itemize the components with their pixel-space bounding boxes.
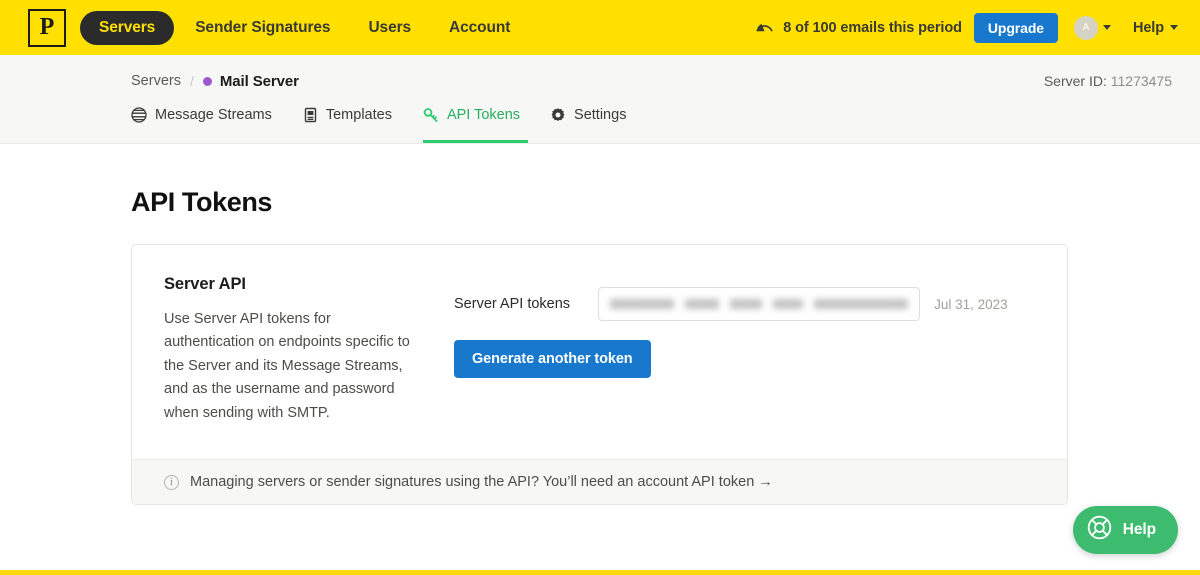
token-masked-segment xyxy=(814,299,909,309)
card-heading: Server API xyxy=(164,275,246,293)
page: P Servers Sender Signatures Users Accoun… xyxy=(0,0,1200,575)
nav-item-account[interactable]: Account xyxy=(432,11,527,45)
info-icon: i xyxy=(164,474,179,490)
token-field-label: Server API tokens xyxy=(454,296,571,312)
card-body: Server API Use Server API tokens for aut… xyxy=(132,245,1067,459)
help-menu-label: Help xyxy=(1132,19,1164,36)
help-widget-button[interactable]: Help xyxy=(1072,506,1178,554)
upgrade-button[interactable]: Upgrade xyxy=(973,12,1058,43)
token-masked-segment xyxy=(685,299,720,309)
chevron-down-icon xyxy=(1170,25,1178,30)
primary-nav-items: Servers Sender Signatures Users Account xyxy=(80,10,527,45)
server-id-label: Server ID: xyxy=(1043,73,1107,89)
page-title: API Tokens xyxy=(131,187,273,217)
streams-icon xyxy=(131,106,147,123)
api-token-input[interactable] xyxy=(598,287,921,321)
card-footer: i Managing servers or sender signatures … xyxy=(132,459,1067,505)
breadcrumb: Servers / Mail Server Server ID: 1127347… xyxy=(131,55,1172,99)
tab-api-tokens[interactable]: API Tokens xyxy=(422,99,529,143)
account-token-hint-link[interactable]: Managing servers or sender signatures us… xyxy=(190,474,773,490)
card-description: Use Server API tokens for authentication… xyxy=(164,311,410,421)
tab-label: Templates xyxy=(325,106,392,123)
token-created-date: Jul 31, 2023 xyxy=(934,296,1008,312)
top-navigation-bar: P Servers Sender Signatures Users Accoun… xyxy=(0,0,1200,55)
postmark-stamp-logo[interactable]: P xyxy=(28,8,66,47)
breadcrumb-servers-link[interactable]: Servers xyxy=(131,73,181,89)
account-menu[interactable]: A xyxy=(1073,15,1111,40)
logo-letter: P xyxy=(39,14,55,40)
help-widget-label: Help xyxy=(1122,521,1156,538)
template-icon xyxy=(303,107,318,123)
breadcrumb-current-server: Mail Server xyxy=(219,72,299,90)
token-masked-segment xyxy=(610,299,675,309)
card-form-column: Server API tokens Jul 31, 2023 Generate … xyxy=(454,275,1008,425)
nav-item-users[interactable]: Users xyxy=(351,11,428,45)
help-menu[interactable]: Help xyxy=(1133,20,1178,36)
token-field-row: Server API tokens Jul 31, 2023 xyxy=(454,287,1008,321)
bottom-accent-bar xyxy=(0,570,1200,575)
quota-text: 8 of 100 emails this period xyxy=(783,19,962,36)
email-quota: 8 of 100 emails this period xyxy=(755,19,962,37)
avatar: A xyxy=(1073,15,1098,40)
tab-settings[interactable]: Settings xyxy=(550,99,643,143)
server-status-dot xyxy=(202,76,212,86)
chevron-down-icon xyxy=(1102,25,1111,30)
tab-label: API Tokens xyxy=(446,106,521,123)
server-tabs: Message Streams Templates API Tokens Set… xyxy=(131,99,1172,143)
server-id-value: 11273475 xyxy=(1110,73,1172,89)
server-api-card: Server API Use Server API tokens for aut… xyxy=(131,244,1068,506)
tab-label: Message Streams xyxy=(155,106,272,123)
token-masked-segment xyxy=(773,299,804,309)
main-content: API Tokens Server API Use Server API tok… xyxy=(0,144,1200,506)
tab-templates[interactable]: Templates xyxy=(303,99,409,143)
nav-item-sender-signatures[interactable]: Sender Signatures xyxy=(178,11,347,45)
token-masked-segment xyxy=(730,299,763,309)
generate-another-token-button[interactable]: Generate another token xyxy=(454,340,651,378)
life-ring-icon xyxy=(1086,514,1113,546)
nav-right-cluster: 8 of 100 emails this period Upgrade A He… xyxy=(755,12,1178,43)
card-description-column: Server API Use Server API tokens for aut… xyxy=(164,275,454,425)
tab-message-streams[interactable]: Message Streams xyxy=(131,99,289,143)
tab-label: Settings xyxy=(574,106,627,123)
nav-item-servers[interactable]: Servers xyxy=(80,10,175,45)
breadcrumb-separator: / xyxy=(189,73,194,89)
gauge-icon xyxy=(755,19,774,37)
key-icon xyxy=(423,107,439,123)
server-id: Server ID: 11273475 xyxy=(1044,73,1172,89)
sub-header: Servers / Mail Server Server ID: 1127347… xyxy=(0,55,1200,144)
gear-icon xyxy=(550,107,566,123)
